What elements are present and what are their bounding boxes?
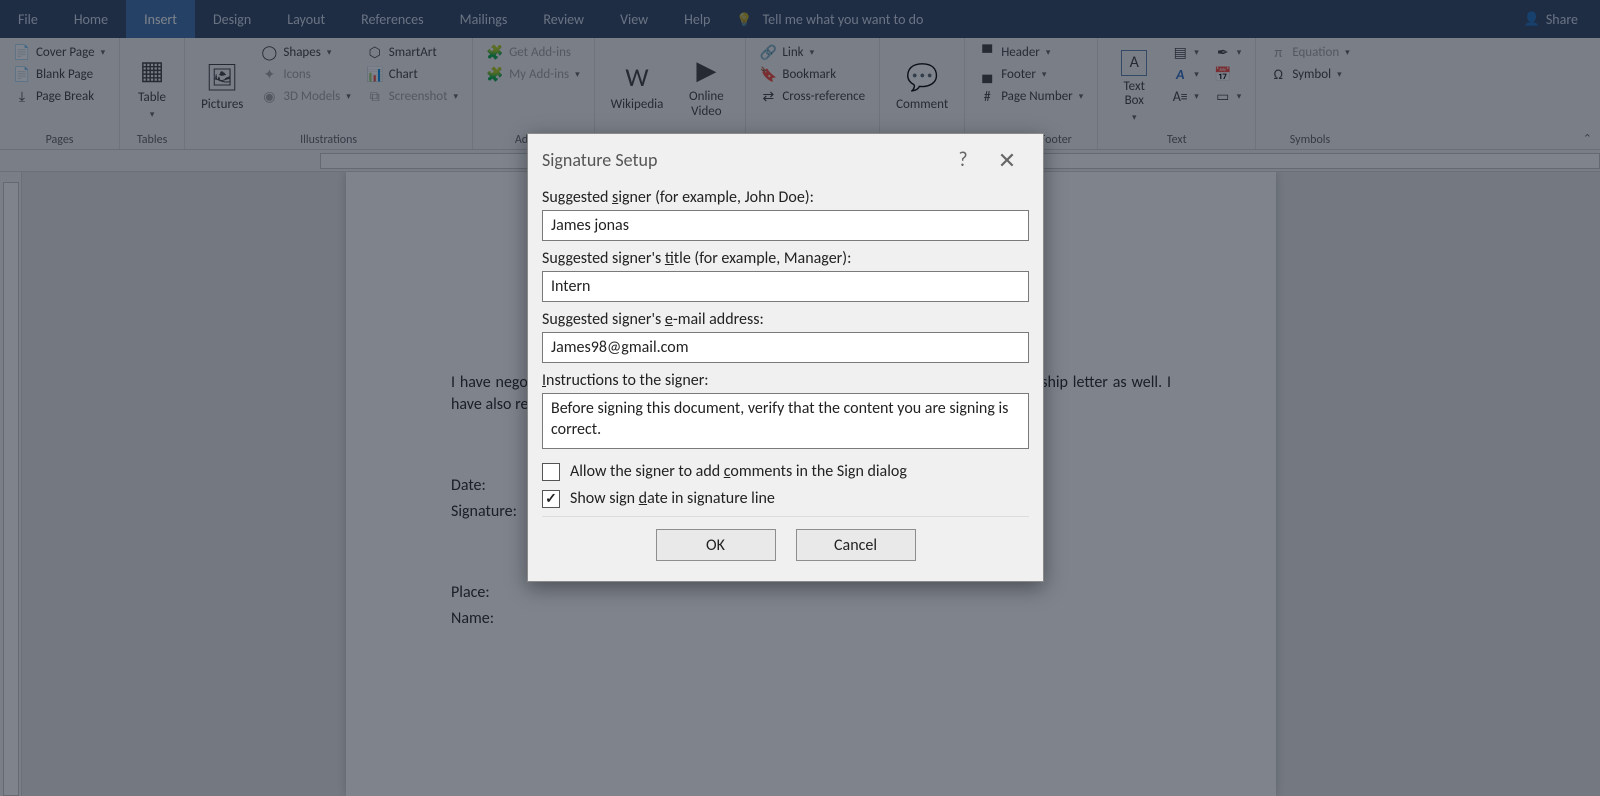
signer-title-label: Suggested signer's title (for example, M… <box>542 249 1029 268</box>
signer-label: Suggested signer (for example, John Doe)… <box>542 188 1029 207</box>
allow-comments-checkbox[interactable]: Allow the signer to add comments in the … <box>542 462 1029 481</box>
dialog-titlebar[interactable]: Signature Setup ? ✕ <box>528 134 1043 186</box>
cancel-button[interactable]: Cancel <box>796 529 916 561</box>
show-sign-date-label: Show sign date in signature line <box>570 489 775 508</box>
checkbox-icon <box>542 463 560 481</box>
checkbox-icon <box>542 490 560 508</box>
instructions-textarea[interactable] <box>542 393 1029 449</box>
signer-input[interactable] <box>542 210 1029 241</box>
instructions-label: Instructions to the signer: <box>542 371 1029 390</box>
show-sign-date-checkbox[interactable]: Show sign date in signature line <box>542 489 1029 508</box>
ok-button[interactable]: OK <box>656 529 776 561</box>
dialog-close-button[interactable]: ✕ <box>985 147 1029 174</box>
signature-setup-dialog: Signature Setup ? ✕ Suggested signer (fo… <box>527 133 1044 582</box>
signer-email-label: Suggested signer's e-mail address: <box>542 310 1029 329</box>
signer-title-input[interactable] <box>542 271 1029 302</box>
dialog-help-button[interactable]: ? <box>941 148 985 172</box>
signer-email-input[interactable] <box>542 332 1029 363</box>
allow-comments-label: Allow the signer to add comments in the … <box>570 462 907 481</box>
dialog-title: Signature Setup <box>542 149 657 171</box>
